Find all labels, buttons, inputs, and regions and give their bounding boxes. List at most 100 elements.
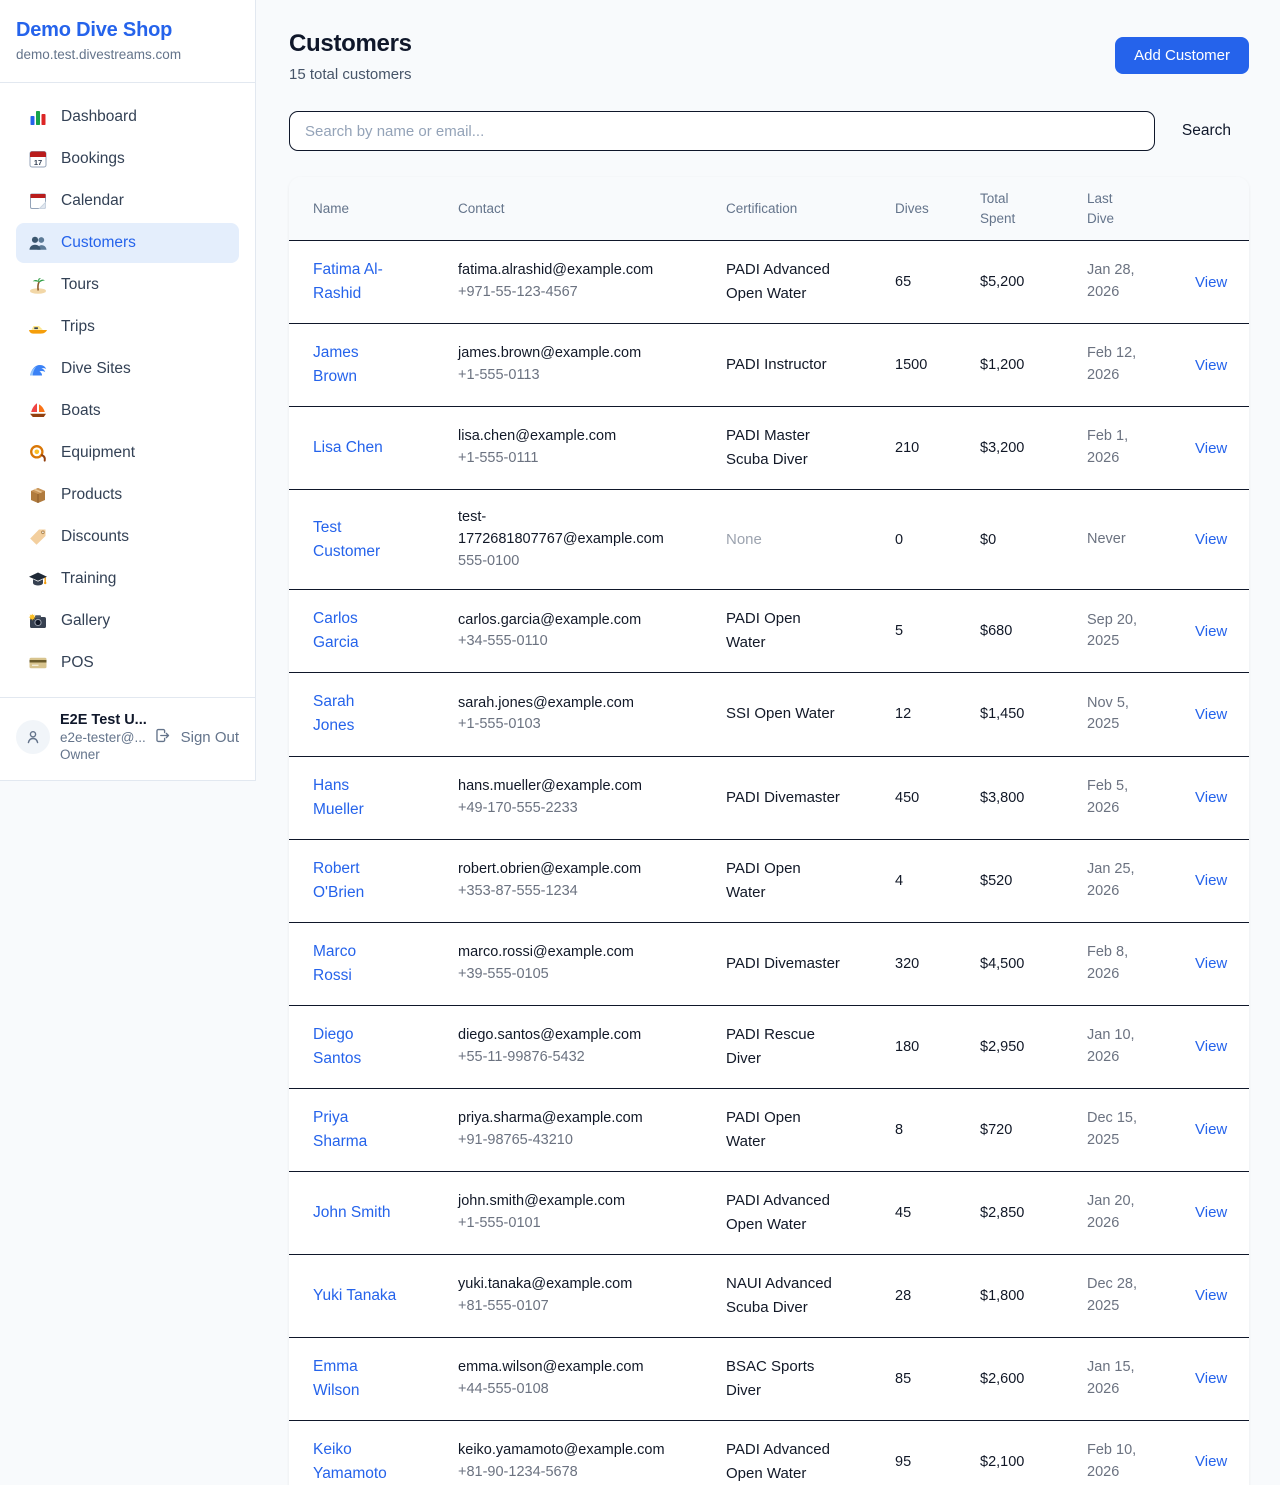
customer-name-link[interactable]: Diego Santos [313, 1023, 397, 1071]
customer-name-link[interactable]: Lisa Chen [313, 436, 383, 460]
table-row: Diego Santosdiego.santos@example.com+55-… [289, 1005, 1249, 1088]
table-row: Priya Sharmapriya.sharma@example.com+91-… [289, 1088, 1249, 1171]
sidebar-item-training[interactable]: Training [16, 559, 239, 599]
customer-phone: +1-555-0113 [458, 365, 676, 387]
customer-certification: PADI Master Scuba Diver [726, 424, 844, 472]
table-row: Emma Wilsonemma.wilson@example.com+44-55… [289, 1337, 1249, 1420]
view-customer-link[interactable]: View [1195, 531, 1227, 548]
customer-email: priya.sharma@example.com [458, 1108, 676, 1130]
page-header: Customers 15 total customers Add Custome… [289, 30, 1249, 83]
add-customer-button[interactable]: Add Customer [1115, 37, 1249, 74]
customer-name-link[interactable]: Fatima Al-Rashid [313, 258, 397, 306]
view-customer-link[interactable]: View [1195, 1204, 1227, 1221]
customer-dives: 12 [871, 673, 956, 756]
view-customer-link[interactable]: View [1195, 1453, 1227, 1470]
sign-out-icon [154, 727, 174, 747]
customer-last-dive: Feb 8, 2026 [1087, 942, 1145, 986]
customer-total-spent: $2,600 [956, 1337, 1063, 1420]
view-customer-link[interactable]: View [1195, 623, 1227, 640]
customer-last-dive: Jan 25, 2026 [1087, 859, 1145, 903]
sidebar-item-products[interactable]: Products [16, 475, 239, 515]
customer-phone: 555-0100 [458, 551, 676, 573]
customer-name-link[interactable]: Marco Rossi [313, 940, 397, 988]
bookings-icon: 17 [28, 149, 48, 169]
sidebar-item-trips[interactable]: Trips [16, 307, 239, 347]
customer-name-link[interactable]: Robert O'Brien [313, 857, 397, 905]
customer-name-link[interactable]: Yuki Tanaka [313, 1284, 396, 1308]
column-header-total-spent: Total Spent [956, 177, 1063, 241]
table-row: Sarah Jonessarah.jones@example.com+1-555… [289, 673, 1249, 756]
customer-email: emma.wilson@example.com [458, 1357, 676, 1379]
table-row: Lisa Chenlisa.chen@example.com+1-555-011… [289, 407, 1249, 490]
customer-dives: 320 [871, 922, 956, 1005]
sidebar-item-calendar[interactable]: Calendar [16, 181, 239, 221]
customer-certification: PADI Instructor [726, 353, 844, 377]
customer-name-link[interactable]: Test Customer [313, 516, 397, 564]
view-customer-link[interactable]: View [1195, 789, 1227, 806]
customer-last-dive: Nov 5, 2025 [1087, 693, 1145, 737]
customer-total-spent: $5,200 [956, 241, 1063, 324]
customer-certification: PADI Advanced Open Water [726, 1189, 844, 1237]
customer-certification: PADI Advanced Open Water [726, 1438, 844, 1485]
user-role: Owner [60, 747, 144, 762]
sign-out-button[interactable]: Sign Out [154, 727, 239, 747]
sidebar-item-label: Discounts [61, 528, 129, 546]
tours-icon [28, 275, 48, 295]
customer-name-link[interactable]: Priya Sharma [313, 1106, 397, 1154]
customer-total-spent: $3,800 [956, 756, 1063, 839]
customer-name-link[interactable]: Keiko Yamamoto [313, 1438, 397, 1485]
table-row: Marco Rossimarco.rossi@example.com+39-55… [289, 922, 1249, 1005]
sidebar-item-label: Trips [61, 318, 95, 336]
calendar-icon [28, 191, 48, 211]
column-header-actions [1171, 177, 1249, 241]
sidebar-item-tours[interactable]: Tours [16, 265, 239, 305]
view-customer-link[interactable]: View [1195, 1370, 1227, 1387]
customer-dives: 4 [871, 839, 956, 922]
view-customer-link[interactable]: View [1195, 872, 1227, 889]
view-customer-link[interactable]: View [1195, 274, 1227, 291]
customer-dives: 450 [871, 756, 956, 839]
equipment-icon [28, 443, 48, 463]
customer-total-spent: $520 [956, 839, 1063, 922]
customer-name-link[interactable]: Emma Wilson [313, 1355, 397, 1403]
sidebar: Demo Dive Shop demo.test.divestreams.com… [0, 0, 256, 781]
customer-count: 15 total customers [289, 66, 412, 83]
customer-last-dive: Feb 12, 2026 [1087, 343, 1145, 387]
sidebar-item-pos[interactable]: POS [16, 643, 239, 683]
sidebar-item-label: Products [61, 486, 122, 504]
view-customer-link[interactable]: View [1195, 440, 1227, 457]
customer-last-dive: Never [1087, 529, 1145, 551]
customer-phone: +81-555-0107 [458, 1296, 676, 1318]
search-button[interactable]: Search [1182, 122, 1231, 140]
customer-name-link[interactable]: John Smith [313, 1201, 391, 1225]
customer-email: lisa.chen@example.com [458, 426, 676, 448]
customer-total-spent: $0 [956, 490, 1063, 590]
view-customer-link[interactable]: View [1195, 955, 1227, 972]
customer-dives: 45 [871, 1171, 956, 1254]
customer-name-link[interactable]: James Brown [313, 341, 397, 389]
sidebar-item-equipment[interactable]: Equipment [16, 433, 239, 473]
search-input[interactable] [289, 111, 1155, 151]
sidebar-nav: Dashboard17BookingsCalendarCustomersTour… [0, 83, 255, 697]
sidebar-item-bookings[interactable]: 17Bookings [16, 139, 239, 179]
view-customer-link[interactable]: View [1195, 1287, 1227, 1304]
customer-phone: +1-555-0101 [458, 1213, 676, 1235]
sidebar-item-discounts[interactable]: Discounts [16, 517, 239, 557]
customer-certification: PADI Open Water [726, 857, 844, 905]
sidebar-item-dashboard[interactable]: Dashboard [16, 97, 239, 137]
sidebar-item-customers[interactable]: Customers [16, 223, 239, 263]
table-row: John Smithjohn.smith@example.com+1-555-0… [289, 1171, 1249, 1254]
sidebar-item-dive-sites[interactable]: Dive Sites [16, 349, 239, 389]
customer-name-link[interactable]: Hans Mueller [313, 774, 397, 822]
view-customer-link[interactable]: View [1195, 1121, 1227, 1138]
customer-last-dive: Feb 10, 2026 [1087, 1440, 1145, 1484]
customer-name-link[interactable]: Sarah Jones [313, 690, 397, 738]
view-customer-link[interactable]: View [1195, 706, 1227, 723]
customer-certification: SSI Open Water [726, 702, 844, 726]
sidebar-item-gallery[interactable]: Gallery [16, 601, 239, 641]
customer-last-dive: Jan 15, 2026 [1087, 1357, 1145, 1401]
sidebar-item-boats[interactable]: Boats [16, 391, 239, 431]
view-customer-link[interactable]: View [1195, 1038, 1227, 1055]
view-customer-link[interactable]: View [1195, 357, 1227, 374]
customer-name-link[interactable]: Carlos Garcia [313, 607, 397, 655]
